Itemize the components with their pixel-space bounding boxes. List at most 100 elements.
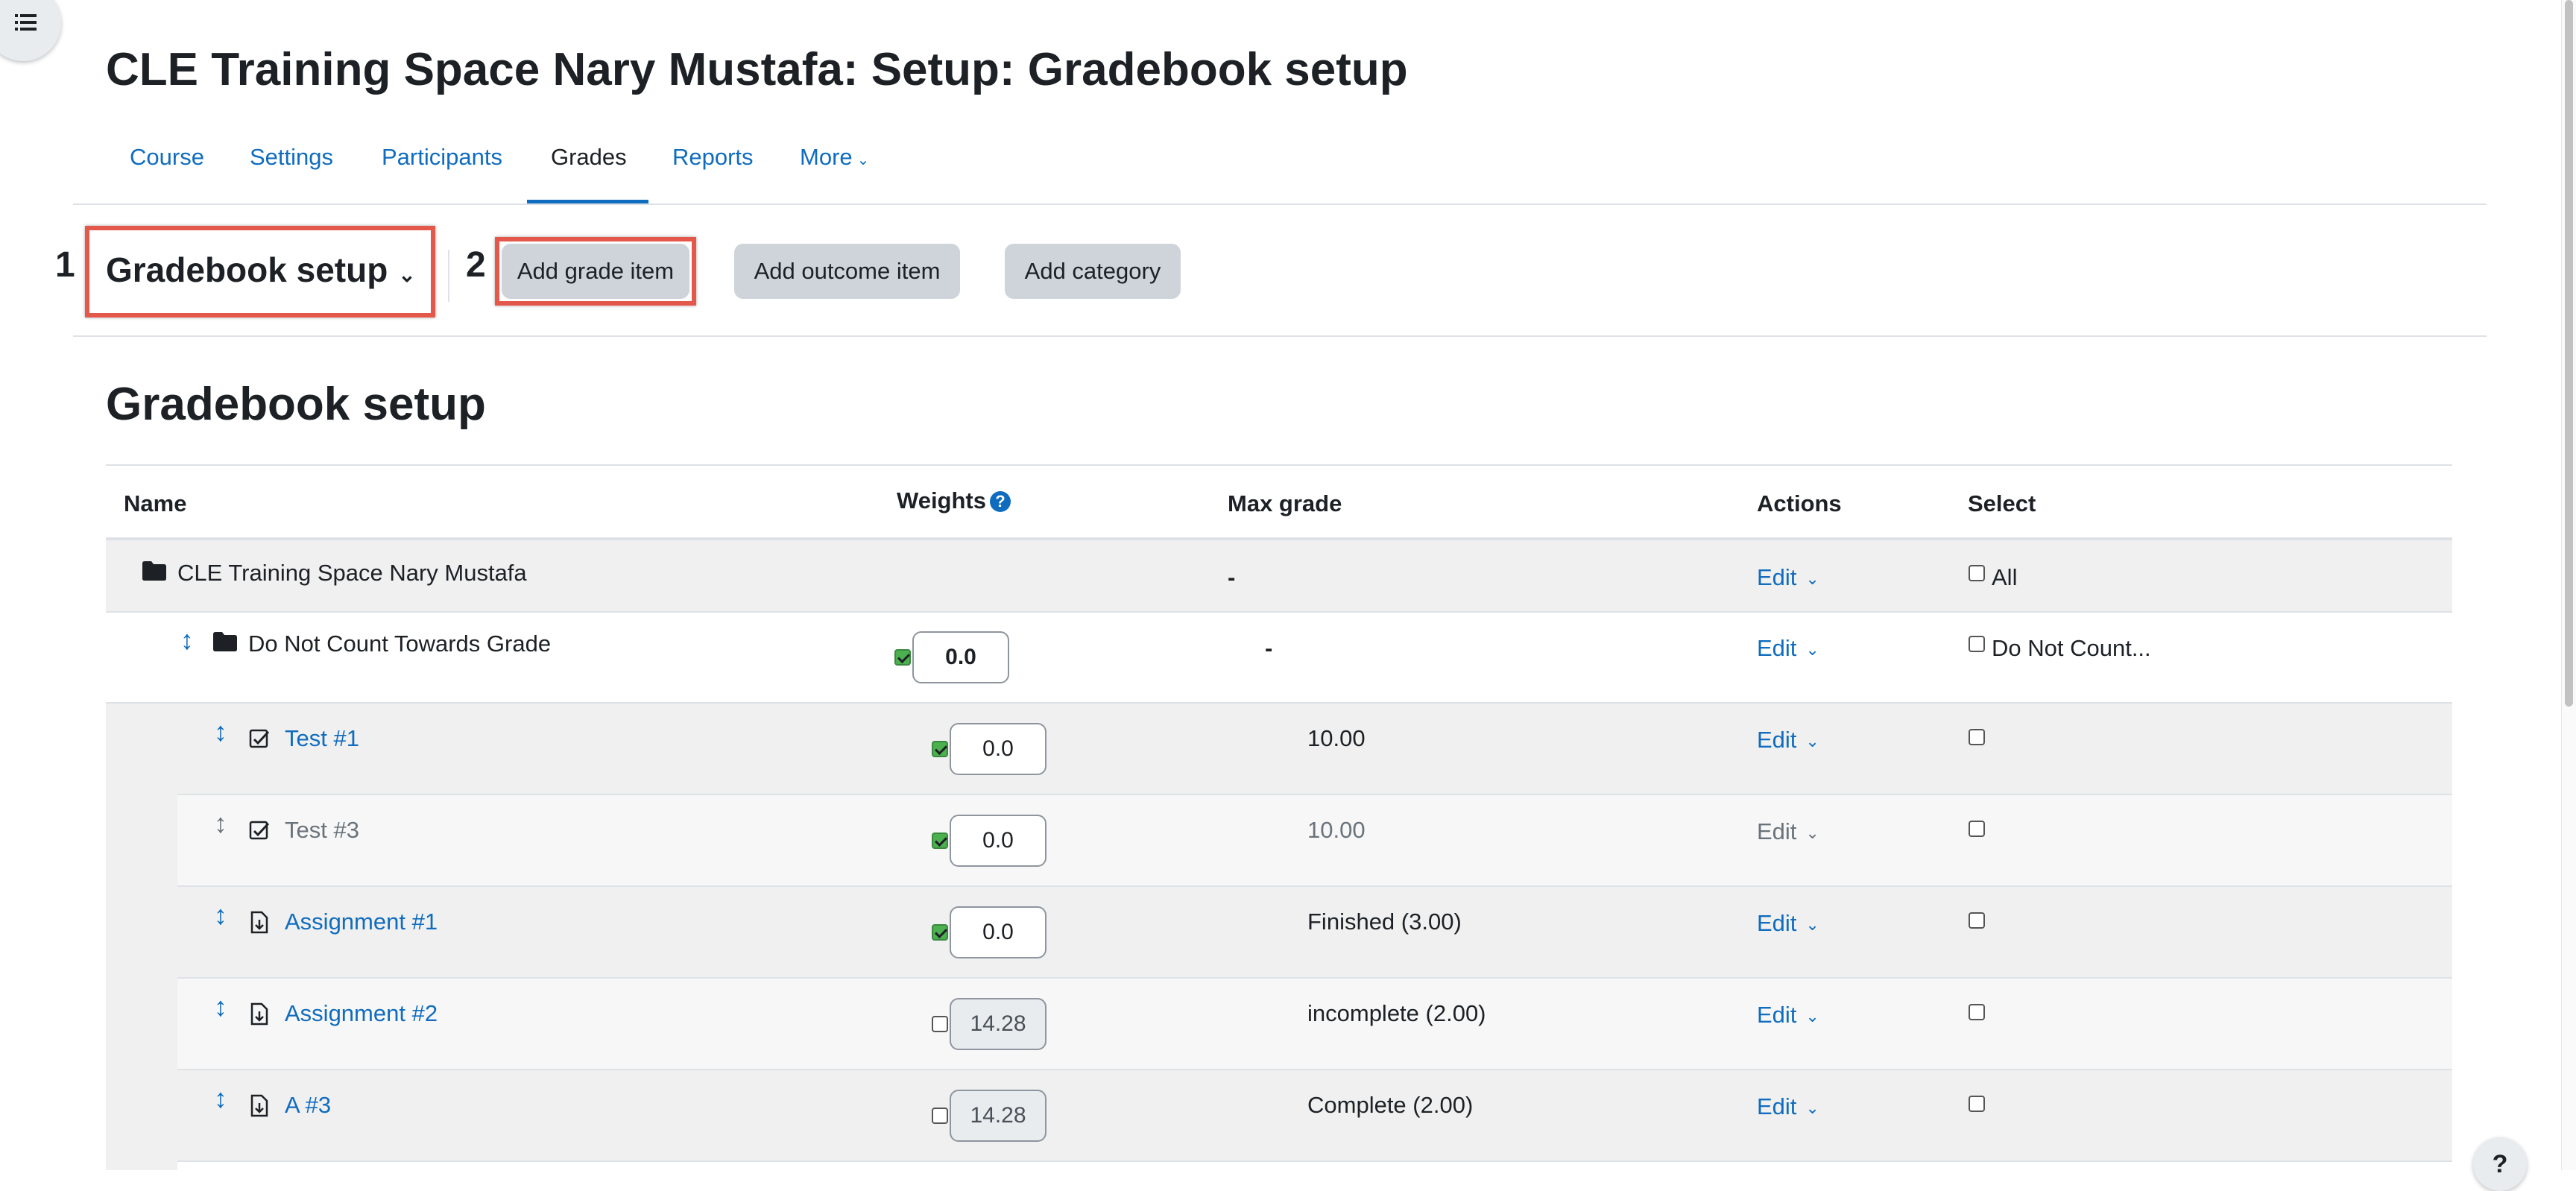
step-marker-1: 1 (55, 245, 75, 285)
weight-input[interactable]: 0.0 (950, 906, 1046, 958)
nav-divider (73, 203, 2487, 205)
weight-input[interactable]: 0.0 (912, 631, 1009, 683)
item-link-test-3[interactable]: Test #3 (285, 817, 359, 844)
page-title: CLE Training Space Nary Mustafa: Setup: … (106, 44, 1408, 95)
help-icon[interactable]: ? (990, 491, 1011, 512)
tab-settings[interactable]: Settings (250, 144, 333, 171)
assignment-icon (250, 911, 268, 934)
select-item-checkbox[interactable] (1969, 1004, 1985, 1020)
chevron-down-icon: ⌄ (398, 263, 416, 286)
help-button[interactable]: ? (2473, 1137, 2527, 1191)
assignment-icon (250, 1002, 268, 1026)
edit-menu-item[interactable]: Edit ⌄ (1757, 1002, 1819, 1029)
item-max-grade: Finished (3.00) (1307, 909, 1462, 935)
weight-override-checkbox[interactable] (932, 741, 948, 757)
item-max-grade: 10.00 (1307, 725, 1366, 751)
col-header-select: Select (1968, 490, 2036, 516)
gradebook-action-select[interactable]: Gradebook setup ⌄ (106, 250, 416, 290)
col-header-weights: Weights (897, 487, 986, 514)
folder-icon (213, 632, 237, 651)
course-max-grade: - (1228, 564, 1236, 590)
item-max-grade: 10.00 (1307, 817, 1366, 843)
weight-override-checkbox[interactable] (932, 1016, 948, 1032)
edit-label: Edit (1757, 818, 1797, 844)
weight-override-checkbox[interactable] (932, 1108, 948, 1124)
folder-icon (142, 561, 166, 581)
select-all-checkbox[interactable] (1969, 565, 1985, 581)
move-icon[interactable]: ↕ (180, 625, 194, 656)
edit-menu-item[interactable]: Edit ⌄ (1757, 910, 1819, 937)
course-name: CLE Training Space Nary Mustafa (177, 560, 527, 586)
edit-menu-item[interactable]: Edit ⌄ (1757, 727, 1819, 754)
step-marker-2: 2 (466, 245, 486, 285)
quiz-icon (249, 821, 270, 840)
chevron-down-icon: ⌄ (1805, 639, 1819, 659)
tab-more-label: More (800, 144, 853, 170)
edit-menu-item[interactable]: Edit ⌄ (1757, 1093, 1819, 1120)
weight-override-checkbox[interactable] (932, 833, 948, 849)
item-max-grade: incomplete (2.00) (1307, 1000, 1486, 1026)
toolbar-divider (448, 250, 449, 302)
select-item-checkbox[interactable] (1969, 1096, 1985, 1112)
add-grade-item-button[interactable]: Add grade item (502, 244, 689, 299)
select-category-label: Do Not Count... (1992, 635, 2151, 661)
edit-menu-course[interactable]: Edit ⌄ (1757, 564, 1819, 591)
weight-override-checkbox[interactable] (894, 649, 911, 666)
course-index-toggle[interactable] (0, 0, 61, 61)
tab-participants[interactable]: Participants (382, 144, 502, 171)
edit-label: Edit (1757, 564, 1797, 590)
select-item-checkbox[interactable] (1969, 912, 1985, 929)
move-icon[interactable]: ↕ (214, 716, 227, 748)
edit-label: Edit (1757, 1002, 1797, 1028)
tab-grades[interactable]: Grades (551, 144, 627, 171)
toolbar-divider-line (73, 335, 2487, 337)
list-icon (15, 14, 37, 31)
edit-menu-item[interactable]: Edit ⌄ (1757, 818, 1819, 845)
gradebook-select-label: Gradebook setup (106, 250, 388, 289)
col-header-name: Name (124, 490, 187, 516)
move-icon[interactable]: ↕ (214, 991, 227, 1023)
category-max-grade: - (1265, 635, 1273, 661)
move-icon[interactable]: ↕ (214, 900, 227, 931)
select-item-checkbox[interactable] (1969, 821, 1985, 837)
weight-input[interactable]: 0.0 (950, 815, 1046, 867)
col-header-actions: Actions (1757, 490, 1842, 516)
chevron-down-icon: ⌄ (1805, 823, 1819, 842)
chevron-down-icon: ⌄ (1805, 569, 1819, 588)
add-outcome-item-button[interactable]: Add outcome item (734, 244, 960, 299)
weight-override-checkbox[interactable] (932, 924, 948, 941)
item-link-assignment-1[interactable]: Assignment #1 (285, 909, 438, 935)
tab-more[interactable]: More ⌄ (800, 144, 869, 171)
edit-label: Edit (1757, 1093, 1797, 1119)
chevron-down-icon: ⌄ (1805, 1006, 1819, 1026)
tab-course[interactable]: Course (130, 144, 204, 171)
chevron-down-icon: ⌄ (856, 152, 870, 168)
select-item-checkbox[interactable] (1969, 729, 1985, 745)
weight-input[interactable]: 14.28 (950, 998, 1046, 1050)
edit-menu-category[interactable]: Edit ⌄ (1757, 635, 1819, 662)
weight-input[interactable]: 14.28 (950, 1090, 1046, 1142)
scrollbar-thumb[interactable] (2565, 0, 2573, 707)
item-link-assignment-2[interactable]: Assignment #2 (285, 1000, 438, 1027)
quiz-icon (249, 729, 270, 748)
row-separator (177, 1160, 2452, 1162)
edit-label: Edit (1757, 910, 1797, 936)
chevron-down-icon: ⌄ (1805, 1098, 1819, 1117)
item-link-test-1[interactable]: Test #1 (285, 725, 359, 752)
move-icon[interactable]: ↕ (214, 1083, 227, 1114)
category-indent-bar (106, 704, 177, 1170)
assignment-icon (250, 1094, 268, 1117)
item-max-grade: Complete (2.00) (1307, 1092, 1474, 1118)
add-category-button[interactable]: Add category (1005, 244, 1181, 299)
edit-label: Edit (1757, 727, 1797, 753)
move-icon[interactable]: ↕ (214, 808, 227, 839)
chevron-down-icon: ⌄ (1805, 914, 1819, 934)
weight-input[interactable]: 0.0 (950, 723, 1046, 775)
col-header-max-grade: Max grade (1228, 490, 1342, 516)
edit-label: Edit (1757, 635, 1797, 661)
select-category-checkbox[interactable] (1969, 636, 1985, 652)
item-link-a-3[interactable]: A #3 (285, 1092, 331, 1119)
chevron-down-icon: ⌄ (1805, 731, 1819, 751)
section-title: Gradebook setup (106, 379, 486, 430)
tab-reports[interactable]: Reports (672, 144, 754, 171)
